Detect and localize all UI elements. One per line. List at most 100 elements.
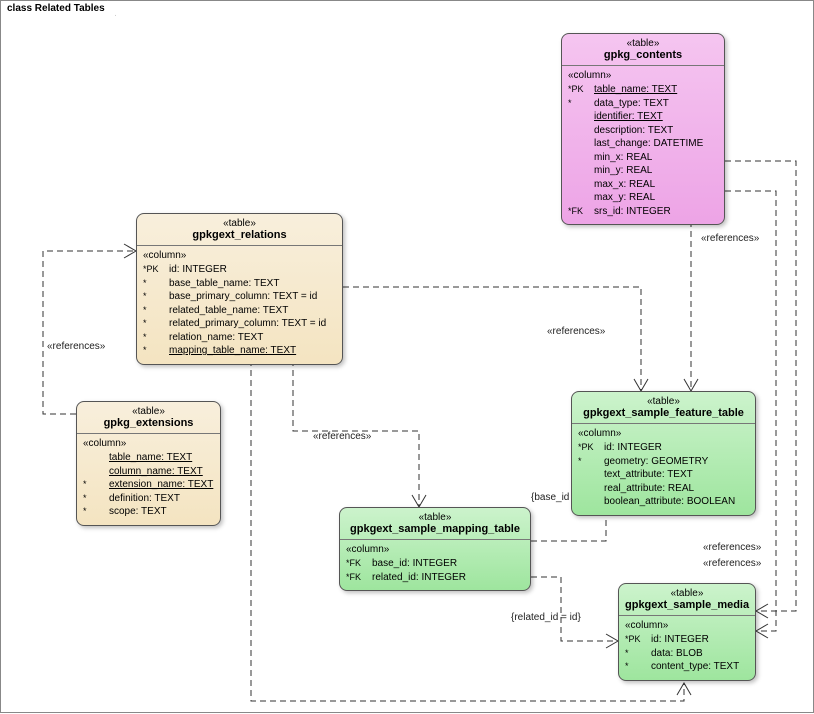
column-row: *PKid: INTEGER bbox=[143, 263, 336, 277]
table-header: «table» gpkgext_sample_media bbox=[619, 584, 755, 616]
table-body: «column» *PKid: INTEGER*data: BLOB*conte… bbox=[619, 616, 755, 680]
column-stereotype: «column» bbox=[83, 438, 214, 449]
column-row: *PK id: INTEGER bbox=[578, 441, 749, 455]
column-name: column_name: TEXT bbox=[109, 465, 203, 479]
table-gpkg-contents: «table» gpkg_contents «column» *PK table_… bbox=[561, 33, 725, 225]
column-row: *related_table_name: TEXT bbox=[143, 304, 336, 318]
column-row: max_y: REAL bbox=[568, 191, 718, 205]
column-stereotype: «column» bbox=[578, 428, 749, 439]
column-key: * bbox=[143, 277, 165, 289]
column-key: *FK bbox=[346, 557, 368, 569]
table-header: «table» gpkg_contents bbox=[562, 34, 724, 66]
column-key: * bbox=[625, 647, 647, 659]
column-name: relation_name: TEXT bbox=[169, 331, 263, 345]
table-name: gpkgext_sample_mapping_table bbox=[346, 523, 524, 535]
column-row: description: TEXT bbox=[568, 124, 718, 138]
table-sample-mapping: «table» gpkgext_sample_mapping_table «co… bbox=[339, 507, 531, 591]
column-row: * base_primary_column: TEXT = id bbox=[143, 290, 336, 304]
column-row: *PK table_name: TEXT bbox=[568, 83, 718, 97]
column-key: * bbox=[83, 505, 105, 517]
diagram-canvas: class Related Tables «references» «refer… bbox=[0, 0, 814, 713]
column-key: *FK bbox=[346, 571, 368, 583]
column-key: *FK bbox=[568, 205, 590, 217]
column-name: srs_id: INTEGER bbox=[594, 205, 671, 219]
stereotype: «table» bbox=[578, 396, 749, 407]
column-stereotype: «column» bbox=[568, 70, 718, 81]
columns: *PK table_name: TEXT * data_type: TEXTident… bbox=[568, 83, 718, 218]
column-row: min_y: REAL bbox=[568, 164, 718, 178]
column-key: * bbox=[83, 492, 105, 504]
stereotype: «table» bbox=[568, 38, 718, 49]
column-row: * data_type: TEXT bbox=[568, 97, 718, 111]
table-name: gpkgext_relations bbox=[143, 229, 336, 241]
table-sample-feature: «table» gpkgext_sample_feature_table «co… bbox=[571, 391, 756, 516]
column-name: related_primary_column: TEXT = id bbox=[169, 317, 326, 331]
column-row: real_attribute: REAL bbox=[578, 482, 749, 496]
table-name: gpkg_contents bbox=[568, 49, 718, 61]
column-stereotype: «column» bbox=[346, 544, 524, 555]
column-stereotype: «column» bbox=[625, 620, 749, 631]
table-name: gpkgext_sample_feature_table bbox=[578, 407, 749, 419]
column-row: *FK srs_id: INTEGER bbox=[568, 205, 718, 219]
column-key: * bbox=[143, 317, 165, 329]
table-sample-media: «table» gpkgext_sample_media «column» *P… bbox=[618, 583, 756, 681]
column-name: identifier: TEXT bbox=[594, 110, 663, 124]
column-row: max_x: REAL bbox=[568, 178, 718, 192]
table-gpkgext-relations: «table» gpkgext_relations «column» *PKid… bbox=[136, 213, 343, 365]
column-name: related_table_name: TEXT bbox=[169, 304, 288, 318]
stereotype: «table» bbox=[143, 218, 336, 229]
columns: *PK id: INTEGER*geometry: GEOMETRYtext_at… bbox=[578, 441, 749, 509]
column-name: boolean_attribute: BOOLEAN bbox=[604, 495, 735, 509]
edge-label-references: «references» bbox=[701, 233, 759, 244]
column-row: last_change: DATETIME bbox=[568, 137, 718, 151]
column-row: *mapping_table_name: TEXT bbox=[143, 344, 336, 358]
column-row: column_name: TEXT bbox=[83, 465, 214, 479]
column-row: table_name: TEXT bbox=[83, 451, 214, 465]
table-gpkg-extensions: «table» gpkg_extensions «column» table_n… bbox=[76, 401, 221, 526]
column-key: * bbox=[568, 97, 590, 109]
table-header: «table» gpkgext_sample_mapping_table bbox=[340, 508, 530, 540]
column-name: data_type: TEXT bbox=[594, 97, 669, 111]
column-name: table_name: TEXT bbox=[594, 83, 677, 97]
column-row: *scope: TEXT bbox=[83, 505, 214, 519]
table-body: «column» *PKid: INTEGER*base_table_name:… bbox=[137, 246, 342, 364]
column-name: content_type: TEXT bbox=[651, 660, 739, 674]
columns: *FK base_id: INTEGER *FK related_id: INTEGE… bbox=[346, 557, 524, 584]
column-row: *content_type: TEXT bbox=[625, 660, 749, 674]
column-name: id: INTEGER bbox=[604, 441, 662, 455]
column-key: * bbox=[143, 331, 165, 343]
column-name: text_attribute: TEXT bbox=[604, 468, 693, 482]
columns: *PKid: INTEGER*data: BLOB*content_type: … bbox=[625, 633, 749, 674]
column-name: description: TEXT bbox=[594, 124, 673, 138]
column-key: *PK bbox=[568, 83, 590, 95]
table-header: «table» gpkgext_sample_feature_table bbox=[572, 392, 755, 424]
column-name: max_y: REAL bbox=[594, 191, 655, 205]
column-row: *FK base_id: INTEGER bbox=[346, 557, 524, 571]
table-name: gpkg_extensions bbox=[83, 417, 214, 429]
column-key: * bbox=[143, 290, 165, 302]
column-name: real_attribute: REAL bbox=[604, 482, 694, 496]
table-name: gpkgext_sample_media bbox=[625, 599, 749, 611]
column-name: base_id: INTEGER bbox=[372, 557, 457, 571]
column-row: min_x: REAL bbox=[568, 151, 718, 165]
column-name: id: INTEGER bbox=[169, 263, 227, 277]
frame-title: class Related Tables bbox=[0, 0, 116, 16]
column-name: extension_name: TEXT bbox=[109, 478, 213, 492]
column-key: * bbox=[578, 455, 600, 467]
columns: *PKid: INTEGER*base_table_name: TEXT*bas… bbox=[143, 263, 336, 358]
column-name: related_id: INTEGER bbox=[372, 571, 466, 585]
column-name: definition: TEXT bbox=[109, 492, 180, 506]
column-row: * definition: TEXT bbox=[83, 492, 214, 506]
stereotype: «table» bbox=[625, 588, 749, 599]
columns: table_name: TEXTcolumn_name: TEXT*extens… bbox=[83, 451, 214, 519]
column-key: *PK bbox=[578, 441, 600, 453]
column-name: base_primary_column: TEXT = id bbox=[169, 290, 317, 304]
column-row: identifier: TEXT bbox=[568, 110, 718, 124]
column-row: *extension_name: TEXT bbox=[83, 478, 214, 492]
edge-label-references: «references» bbox=[703, 542, 761, 553]
edge-label-related-id: {related_id = id} bbox=[511, 612, 581, 623]
table-header: «table» gpkgext_relations bbox=[137, 214, 342, 246]
edge-label-references: «references» bbox=[313, 431, 371, 442]
column-row: *geometry: GEOMETRY bbox=[578, 455, 749, 469]
stereotype: «table» bbox=[83, 406, 214, 417]
